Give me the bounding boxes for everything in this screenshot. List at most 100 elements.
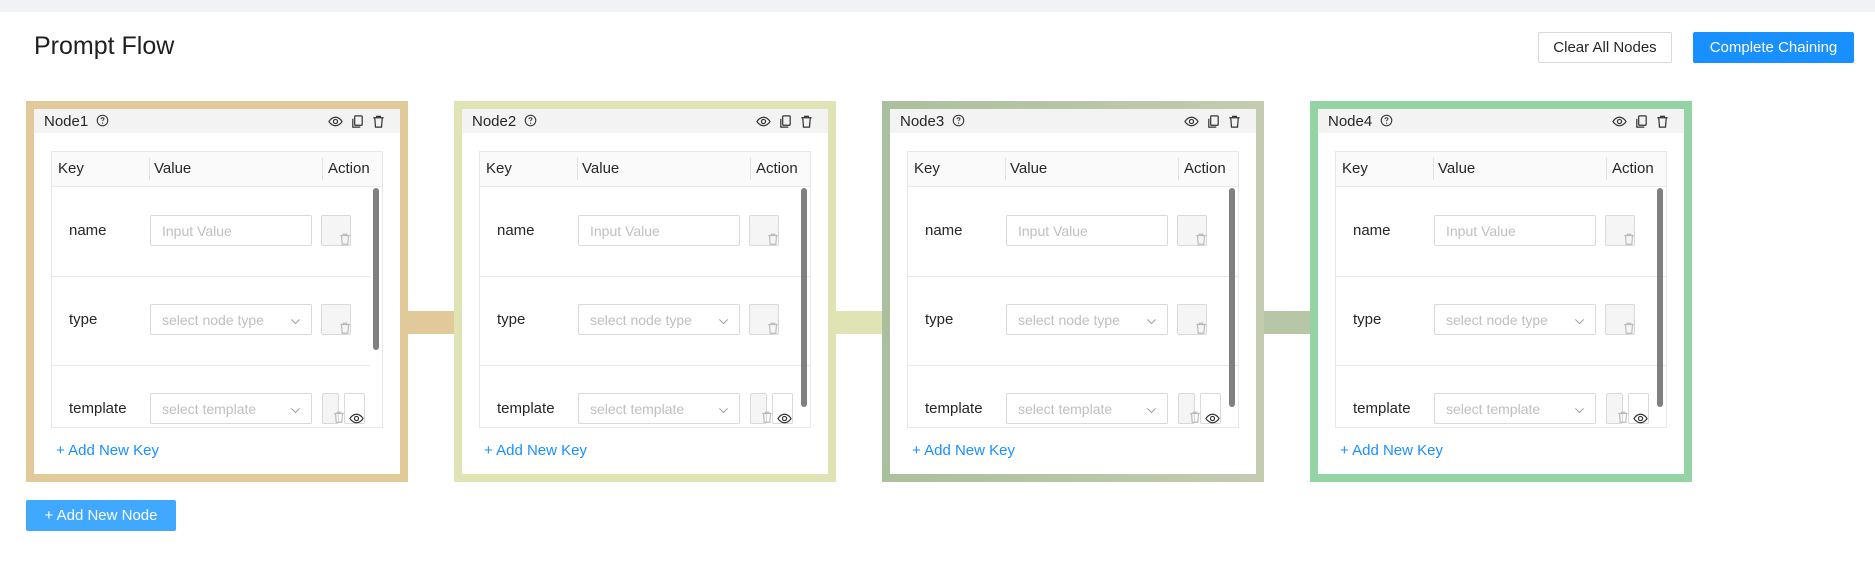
select-placeholder: select node type [1446,312,1548,328]
value-input[interactable]: Input Value [1434,215,1596,246]
row-divider [1336,365,1666,366]
preview-template-button[interactable] [344,393,365,424]
copy-icon[interactable] [350,114,365,129]
add-new-node-button[interactable]: + Add New Node [26,500,176,531]
eye-icon[interactable] [1184,114,1199,129]
key-label-name: name [69,222,107,239]
trash-icon [768,322,778,334]
preview-template-button[interactable] [1628,393,1649,424]
col-key-header: Key [58,160,84,177]
add-new-key-link[interactable]: + Add New Key [56,442,159,459]
chevron-down-icon [291,319,300,325]
template-select[interactable]: select template [1006,393,1168,424]
complete-chaining-button[interactable]: Complete Chaining [1693,32,1854,63]
template-select[interactable]: select template [1434,393,1596,424]
question-circle-icon[interactable] [524,114,537,127]
table-header: Key Value Action [52,152,382,187]
question-circle-icon[interactable] [96,114,109,127]
node-type-select[interactable]: select node type [1006,304,1168,335]
trash-icon[interactable] [371,114,386,129]
template-select[interactable]: select template [150,393,312,424]
clear-all-nodes-button[interactable]: Clear All Nodes [1538,32,1672,63]
input-placeholder: Input Value [590,223,660,239]
trash-icon [801,115,812,128]
value-input[interactable]: Input Value [578,215,740,246]
chevron-down-icon [1575,319,1584,325]
node-body: Node1 Key Value Action name Input Value [34,109,400,474]
delete-row-button[interactable] [322,393,344,424]
node-body: Node4 Key Value Action name Input Value [1318,109,1684,474]
trash-icon[interactable] [799,114,814,129]
add-new-key-link[interactable]: + Add New Key [912,442,1015,459]
key-label-name: name [1353,222,1391,239]
eye-icon [1612,116,1627,127]
table-scrollbar[interactable] [1657,188,1663,407]
table-header: Key Value Action [908,152,1238,187]
eye-icon [756,116,771,127]
trash-icon[interactable] [1655,114,1670,129]
table-scrollbar[interactable] [373,188,379,350]
column-divider [322,158,323,180]
col-key-header: Key [914,160,940,177]
select-placeholder: select template [590,401,685,417]
value-input[interactable]: Input Value [1006,215,1168,246]
preview-template-button[interactable] [1200,393,1221,424]
question-circle-icon[interactable] [1380,114,1393,127]
question-circle-icon [524,114,537,127]
eye-icon[interactable] [1612,114,1627,129]
node-title: Node3 [900,113,945,130]
eye-icon [349,413,364,424]
trash-icon[interactable] [1227,114,1242,129]
copy-icon [1636,115,1647,128]
select-placeholder: select node type [1018,312,1120,328]
delete-row-button[interactable] [1605,304,1635,335]
key-label-type: type [1353,311,1382,328]
delete-row-button[interactable] [321,304,351,335]
key-label-name: name [925,222,963,239]
chevron-down-icon [719,408,728,414]
page-title: Prompt Flow [34,32,175,60]
select-placeholder: select node type [590,312,692,328]
node-type-select[interactable]: select node type [578,304,740,335]
key-value-table: Key Value Action name Input Value type s [907,151,1239,428]
delete-row-button[interactable] [1177,215,1207,246]
copy-icon[interactable] [1206,114,1221,129]
node-type-select[interactable]: select node type [1434,304,1596,335]
value-input[interactable]: Input Value [150,215,312,246]
delete-row-button[interactable] [1605,215,1635,246]
trash-icon [768,233,778,245]
chevron-down-icon [719,319,728,325]
key-label-template: template [1353,400,1411,417]
select-placeholder: select template [1446,401,1541,417]
delete-row-button[interactable] [1606,393,1628,424]
node-connector-1-2 [406,311,458,334]
table-scrollbar[interactable] [801,188,807,407]
key-value-table: Key Value Action name Input Value type s [1335,151,1667,428]
eye-icon[interactable] [756,114,771,129]
question-circle-icon[interactable] [952,114,965,127]
delete-row-button[interactable] [750,393,772,424]
delete-row-button[interactable] [321,215,351,246]
copy-icon[interactable] [778,114,793,129]
copy-icon[interactable] [1634,114,1649,129]
delete-row-button[interactable] [749,304,779,335]
preview-template-button[interactable] [772,393,793,424]
node-header: Node4 [1318,109,1684,133]
add-new-key-link[interactable]: + Add New Key [484,442,587,459]
table-scrollbar[interactable] [1229,188,1235,407]
delete-row-button[interactable] [749,215,779,246]
eye-icon[interactable] [328,114,343,129]
input-placeholder: Input Value [162,223,232,239]
delete-row-button[interactable] [1177,304,1207,335]
row-divider [52,276,370,277]
delete-row-button[interactable] [1178,393,1200,424]
key-label-name: name [497,222,535,239]
node-type-select[interactable]: select node type [150,304,312,335]
template-select[interactable]: select template [578,393,740,424]
add-new-key-link[interactable]: + Add New Key [1340,442,1443,459]
question-circle-icon [952,114,965,127]
col-action-header: Action [328,160,370,177]
chevron-down-icon [718,314,729,325]
eye-icon [1205,413,1220,424]
node-card-1: Node1 Key Value Action name Input Value [26,101,408,482]
